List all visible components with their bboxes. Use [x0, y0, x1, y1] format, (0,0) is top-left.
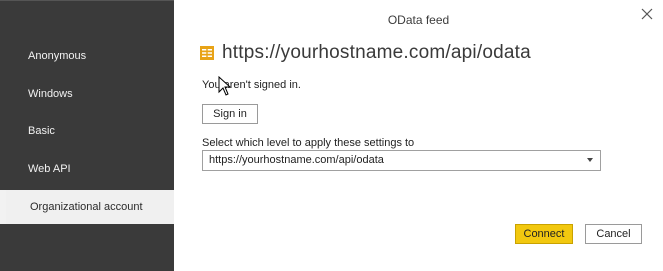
sidebar-item-anonymous[interactable]: Anonymous: [0, 39, 174, 73]
odata-feed-icon: [200, 46, 214, 60]
mouse-cursor-icon: [218, 76, 232, 96]
level-select-value: https://yourhostname.com/api/odata: [209, 154, 384, 166]
feed-url-text: https://yourhostname.com/api/odata: [222, 42, 531, 63]
level-select-label: Select which level to apply these settin…: [202, 137, 415, 149]
level-select-dropdown[interactable]: https://yourhostname.com/api/odata: [202, 150, 601, 171]
chevron-down-icon: [587, 158, 593, 162]
sidebar-item-organizational-account[interactable]: Organizational account: [0, 190, 174, 224]
dialog-title: OData feed: [387, 13, 450, 27]
connect-button[interactable]: Connect: [515, 224, 573, 244]
feed-url-heading: https://yourhostname.com/api/odata: [200, 42, 531, 64]
close-button[interactable]: [639, 8, 655, 24]
close-icon: [641, 8, 653, 20]
sign-in-button[interactable]: Sign in: [202, 104, 258, 124]
sidebar-item-basic[interactable]: Basic: [0, 114, 174, 148]
odata-feed-dialog: Anonymous Windows Basic Web API Organiza…: [0, 0, 663, 271]
sidebar-item-windows[interactable]: Windows: [0, 77, 174, 111]
sidebar-item-web-api[interactable]: Web API: [0, 152, 174, 186]
cancel-button[interactable]: Cancel: [585, 224, 642, 244]
signed-in-status: You aren't signed in.: [202, 79, 301, 91]
auth-method-sidebar: Anonymous Windows Basic Web API Organiza…: [0, 0, 174, 271]
